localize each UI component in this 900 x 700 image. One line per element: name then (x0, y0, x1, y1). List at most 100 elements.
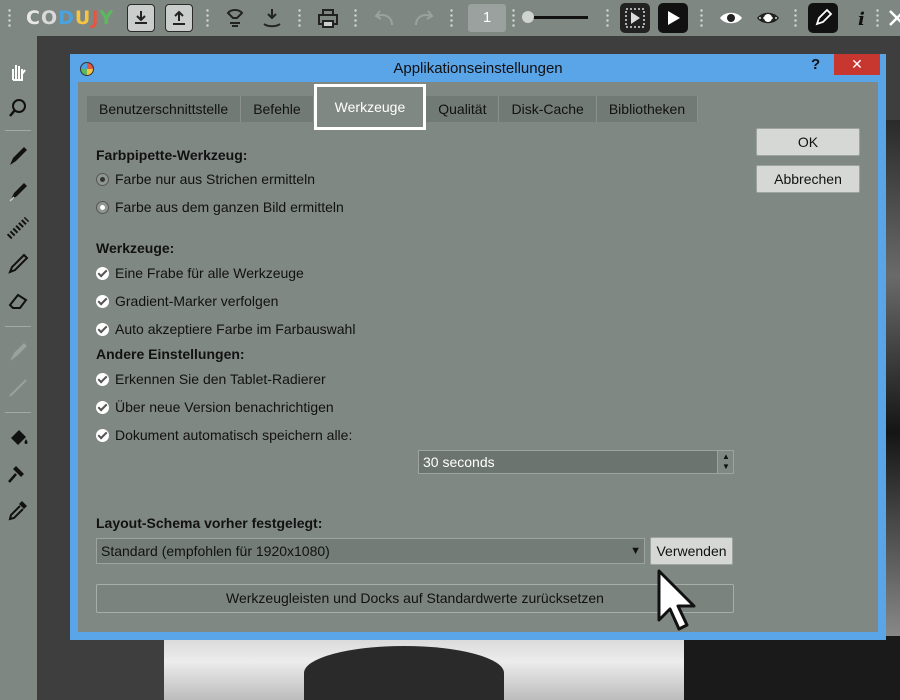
spin-arrows[interactable]: ▲ ▼ (717, 451, 733, 473)
frames-icon (625, 8, 645, 28)
option-label: Erkennen Sie den Tablet-Radierer (115, 371, 326, 387)
eyedropper-tool[interactable] (4, 496, 32, 524)
radio-unselected[interactable] (96, 172, 109, 186)
dimmed-brush-tool[interactable] (4, 338, 32, 366)
marker-tool[interactable] (4, 178, 32, 206)
hand-icon (12, 65, 26, 81)
slider-knob[interactable] (522, 11, 534, 23)
eyedropper-heading: Farbpipette-Werkzeug: (96, 147, 248, 163)
tools-option-gradient[interactable]: Gradient-Marker verfolgen (96, 293, 278, 309)
eye-icon (720, 12, 742, 24)
checkbox-checked[interactable] (96, 294, 109, 308)
tool-button[interactable] (259, 5, 285, 31)
tab-werkzeuge[interactable]: Werkzeuge (313, 84, 427, 130)
toolbar-grip[interactable] (792, 8, 800, 28)
tools-option-auto-accept[interactable]: Auto akzeptiere Farbe im Farbauswahl (96, 321, 355, 337)
redo-button[interactable] (410, 5, 436, 31)
hammer-tool[interactable] (4, 460, 32, 488)
eyedropper-option-whole-image[interactable]: Farbe aus dem ganzen Bild ermitteln (96, 199, 344, 215)
apply-layout-button[interactable]: Verwenden (650, 537, 733, 565)
checkbox-checked[interactable] (96, 266, 109, 280)
option-label: Dokument automatisch speichern alle: (115, 427, 353, 443)
slider-track[interactable] (532, 16, 588, 19)
stamp-button[interactable] (222, 5, 248, 31)
page-number-field[interactable]: 1 (468, 4, 506, 32)
settings-dialog: Applikationseinstellungen ? ✕ Benutzersc… (70, 54, 886, 640)
pen-tool[interactable] (4, 142, 32, 170)
toolbar-grip[interactable] (604, 8, 612, 28)
export-icon (173, 10, 185, 25)
spin-down-icon[interactable]: ▼ (722, 463, 730, 471)
dimmed-brush-icon (10, 343, 27, 361)
toolbar-grip[interactable] (352, 8, 360, 28)
info-icon: i (858, 9, 865, 30)
toolbar-grip[interactable] (448, 8, 456, 28)
pencil-tool[interactable] (4, 250, 32, 278)
layout-scheme-select[interactable]: Standard (empfohlen für 1920x1080) ▼ (96, 538, 645, 564)
play-button[interactable] (658, 3, 688, 33)
other-option-notify[interactable]: Über neue Version benachrichtigen (96, 399, 334, 415)
tab-disk-cache[interactable]: Disk-Cache (499, 96, 597, 122)
fill-tool[interactable] (4, 424, 32, 452)
eraser-tool[interactable] (4, 286, 32, 314)
redo-icon (415, 10, 434, 26)
checkbox-checked[interactable] (96, 400, 109, 414)
view-button[interactable] (718, 5, 744, 31)
canvas-image (884, 120, 900, 640)
toolbar-grip[interactable] (296, 8, 304, 28)
tools-option-one-color[interactable]: Eine Frabe für alle Werkzeuge (96, 265, 304, 281)
toolbar-grip[interactable] (874, 8, 882, 28)
toolbar-grip[interactable] (204, 8, 212, 28)
close-button[interactable]: ✕ (834, 54, 880, 75)
undo-button[interactable] (372, 5, 398, 31)
tab-bibliotheken[interactable]: Bibliotheken (596, 96, 699, 122)
import-button[interactable] (127, 4, 155, 32)
tool-separator (5, 130, 31, 131)
help-button[interactable]: ? (811, 56, 820, 73)
spin-up-icon[interactable]: ▲ (722, 453, 730, 461)
pen-icon (815, 8, 833, 26)
hand-tool[interactable] (4, 58, 32, 86)
checkbox-checked[interactable] (96, 322, 109, 336)
info-button[interactable]: i (848, 5, 874, 31)
eye-hide-icon (757, 12, 779, 24)
toolbar-grip[interactable] (510, 8, 518, 28)
texture-brush-tool[interactable] (4, 214, 32, 242)
layout-heading: Layout-Schema vorher festgelegt: (96, 515, 323, 531)
option-label: Farbe nur aus Strichen ermitteln (115, 171, 315, 187)
left-tool-panel (0, 36, 37, 700)
autosave-value: 30 seconds (423, 454, 495, 470)
onion-skin-button[interactable] (755, 5, 781, 31)
toolbar-grip[interactable] (6, 8, 14, 28)
canvas-image-detail (684, 636, 900, 700)
checkbox-checked[interactable] (96, 372, 109, 386)
toolbar-grip[interactable] (698, 8, 706, 28)
expand-icon (889, 10, 900, 26)
ok-button[interactable]: OK (756, 128, 860, 156)
cancel-button[interactable]: Abbrechen (756, 165, 860, 193)
draw-mode-button[interactable] (808, 3, 838, 33)
dimmed-line-tool[interactable] (4, 374, 32, 402)
svg-text:i: i (858, 9, 865, 30)
eyedropper-option-strokes[interactable]: Farbe nur aus Strichen ermitteln (96, 171, 315, 187)
zoom-icon (9, 99, 26, 117)
print-button[interactable] (315, 5, 341, 31)
radio-selected[interactable] (96, 200, 109, 214)
reset-toolbars-button[interactable]: Werkzeugleisten und Docks auf Standardwe… (96, 584, 734, 613)
texture-brush-icon (6, 216, 30, 240)
canvas-image (164, 636, 900, 700)
expand-button[interactable] (884, 5, 900, 31)
marker-icon (9, 183, 27, 202)
checkbox-checked[interactable] (96, 428, 109, 442)
pen-icon (10, 147, 27, 165)
tab-benutzerschnittstelle[interactable]: Benutzerschnittstelle (87, 96, 242, 122)
other-option-autosave[interactable]: Dokument automatisch speichern alle: (96, 427, 352, 443)
tab-befehle[interactable]: Befehle (241, 96, 314, 122)
pencil-icon (8, 253, 29, 274)
autosave-interval-spinbox[interactable]: 30 seconds ▲ ▼ (418, 450, 734, 474)
zoom-tool[interactable] (4, 94, 32, 122)
export-button[interactable] (165, 4, 193, 32)
frames-button[interactable] (620, 3, 650, 33)
other-option-eraser[interactable]: Erkennen Sie den Tablet-Radierer (96, 371, 326, 387)
tab-qualitaet[interactable]: Qualität (426, 96, 500, 122)
